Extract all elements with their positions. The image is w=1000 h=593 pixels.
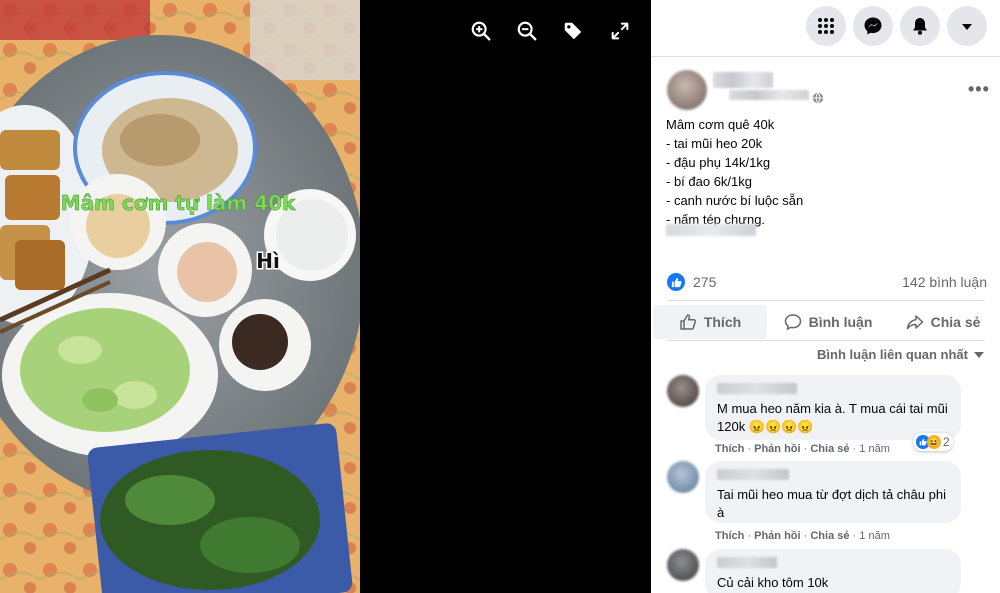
zoom-out-icon [517,21,537,41]
commenter-name-blurred[interactable] [717,557,777,568]
divider [667,300,985,301]
post-line: Mâm cơm quê 40k [666,117,775,132]
author-avatar[interactable] [667,70,707,110]
photo-viewer: Mâm cơm tự làm 40k Hì [0,0,651,593]
comment-text: Củ cải kho tôm 10k [717,575,829,590]
thumbs-up-icon [671,277,682,287]
sort-label: Bình luận liên quan nhất [817,347,968,362]
post-time-blurred[interactable] [729,90,809,100]
divider [667,340,985,341]
post-line: - canh nước bí luộc sẵn [666,193,804,208]
tag-photo-button[interactable] [558,16,588,46]
comment-reaction-count: 2 [943,435,950,449]
comment-reply-link[interactable]: Phản hồi [754,443,800,455]
globe-icon [812,92,824,104]
comment-bubble: M mua heo năm kia à. T mua cái tai mũi 1… [705,375,961,440]
comment-time[interactable]: 1 năm [859,443,890,455]
zoom-out-button[interactable] [512,16,542,46]
author-name-blurred[interactable] [713,72,773,88]
commenter-name-blurred[interactable] [717,383,797,394]
more-options-button[interactable]: ••• [968,80,990,98]
comment-bubble: Củ cải kho tôm 10k [705,549,961,593]
comment-sort-dropdown[interactable]: Bình luận liên quan nhất [817,347,984,362]
menu-button[interactable] [806,6,846,46]
overlay-caption: Mâm cơm tự làm 40k [61,191,296,215]
comment-bubble: Tai mũi heo mua từ đợt dịch tả châu phi … [705,461,961,523]
zoom-in-button[interactable] [466,16,496,46]
share-arrow-icon [906,315,923,330]
share-label: Chia sẻ [930,314,981,330]
commenter-avatar[interactable] [667,549,699,581]
fullscreen-icon [611,22,629,40]
post-header: ••• [667,70,990,110]
zoom-in-icon [471,21,491,41]
messenger-icon [864,17,882,35]
reaction-count[interactable]: 275 [693,274,716,290]
commenter-avatar[interactable] [667,375,699,407]
comment-like-link[interactable]: Thích [715,443,744,455]
notifications-button[interactable] [900,6,940,46]
messenger-button[interactable] [853,6,893,46]
comment-button[interactable]: Bình luận [773,305,883,339]
post-side-panel: ••• Mâm cơm quê 40k - tai mũi heo 20k - … [651,0,1000,593]
comment-meta: Thích · Phản hồi · Chia sẻ · 1 năm [715,530,890,542]
divider [651,56,1000,57]
comment-time[interactable]: 1 năm [859,530,890,542]
fullscreen-button[interactable] [605,16,635,46]
comment-label: Bình luận [808,314,873,330]
like-reaction-badge[interactable] [667,273,685,291]
menu-grid-icon [818,18,834,34]
post-actions: Thích Bình luận Chia sẻ [651,305,1000,339]
account-button[interactable] [947,6,987,46]
comment-text: Tai mũi heo mua từ đợt dịch tả châu phi … [717,487,946,520]
comment-share-link[interactable]: Chia sẻ [810,443,849,455]
like-label: Thích [703,314,742,330]
food-photo: Mâm cơm tự làm 40k Hì [0,0,360,593]
haha-mini-icon: 😆 [927,435,941,449]
commenter-avatar[interactable] [667,461,699,493]
account-dropdown-icon [962,24,972,30]
comment-share-link[interactable]: Chia sẻ [810,530,849,542]
comment-meta: Thích · Phản hồi · Chia sẻ · 1 năm [715,443,890,455]
comment-reactions[interactable]: 😆 2 [913,433,953,451]
thumbs-up-outline-icon [680,314,696,330]
post-line: - đậu phụ 14k/1kg [666,155,771,170]
top-bar [651,0,1000,52]
food-photo-image: Mâm cơm tự làm 40k Hì [0,0,360,593]
comment-like-link[interactable]: Thích [715,530,744,542]
commenter-name-blurred[interactable] [717,469,789,480]
caret-down-icon [974,351,984,358]
comment-bubble-icon [784,314,801,331]
overlay-sticker: Hì [256,249,280,273]
post-stats: 275 142 bình luận [667,273,987,293]
like-button[interactable]: Thích [653,305,767,339]
comment-text: M mua heo năm kia à. T mua cái tai mũi 1… [717,401,948,434]
comment-count[interactable]: 142 bình luận [902,274,987,290]
comment-reply-link[interactable]: Phản hồi [754,530,800,542]
post-body: Mâm cơm quê 40k - tai mũi heo 20k - đậu … [666,115,986,229]
share-button[interactable]: Chia sẻ [893,305,993,339]
photo-viewer-page: Mâm cơm tự làm 40k Hì ••• Mâm cơm quê 40… [0,0,1000,593]
tag-icon [564,22,582,40]
notifications-bell-icon [913,18,927,35]
post-line: - bí đao 6k/1kg [666,174,752,189]
post-line: - tai mũi heo 20k [666,136,763,151]
blurred-tag [666,224,756,236]
